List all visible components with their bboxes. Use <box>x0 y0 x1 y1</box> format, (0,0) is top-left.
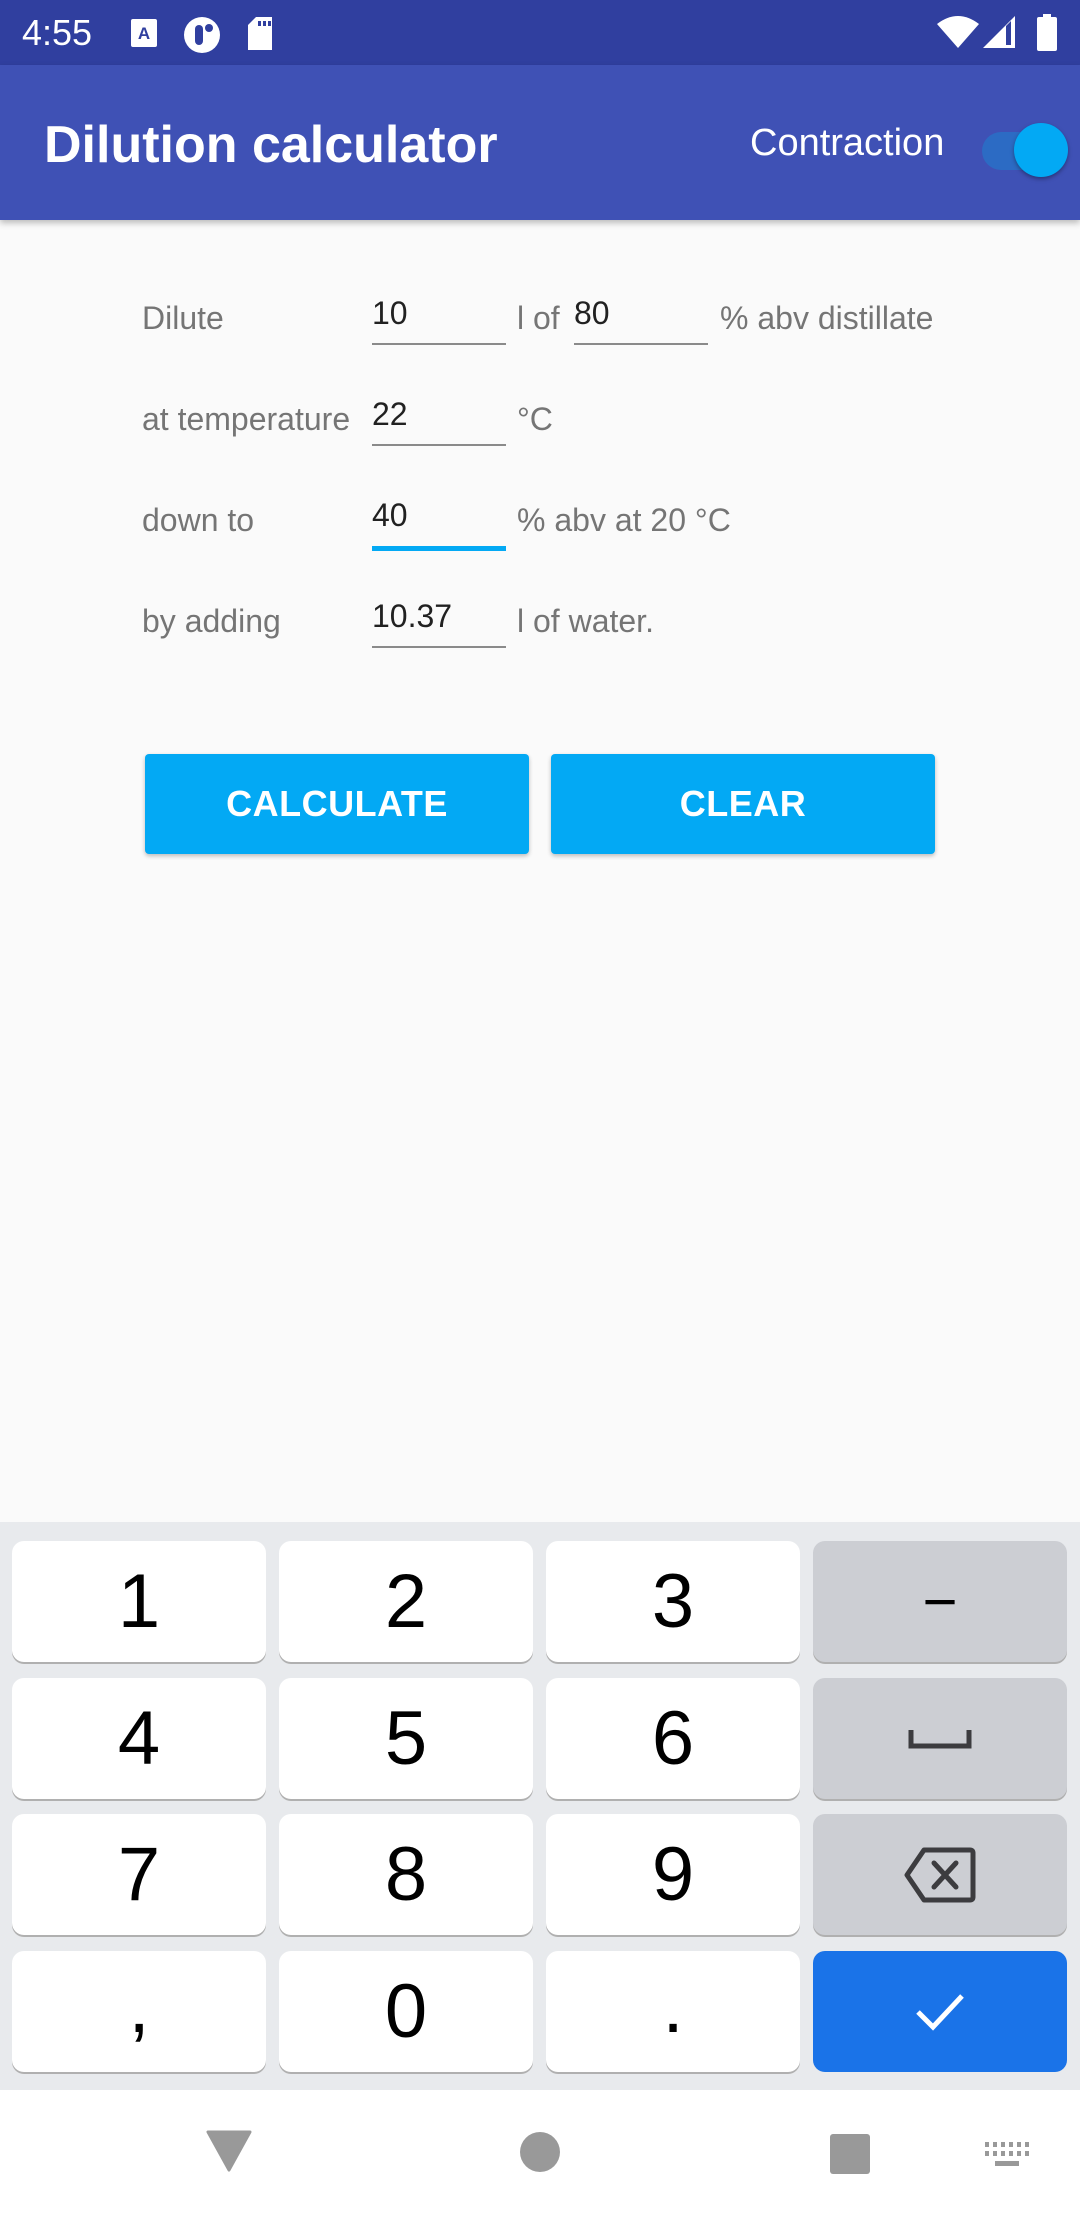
result-row: by adding 10.37 l of water. <box>0 588 1080 668</box>
space-icon <box>908 1729 972 1748</box>
home-icon[interactable] <box>520 2132 560 2177</box>
signal-icon <box>982 14 1016 55</box>
key-0[interactable]: 0 <box>279 1951 533 2072</box>
sd-card-icon <box>246 16 274 57</box>
target-abv-input[interactable]: 40 <box>372 487 506 551</box>
temperature-value: 22 <box>372 396 408 432</box>
temperature-label: at temperature <box>142 401 351 437</box>
abv-value: 80 <box>574 295 610 331</box>
svg-text:A: A <box>138 24 150 43</box>
key-dot[interactable]: . <box>546 1951 800 2072</box>
by-adding-label: by adding <box>142 603 281 639</box>
wifi-icon <box>937 14 979 55</box>
water-result-input[interactable]: 10.37 <box>372 588 506 648</box>
key-1[interactable]: 1 <box>12 1541 266 1662</box>
app-notification-icon <box>183 16 221 59</box>
dilute-label: Dilute <box>142 300 224 336</box>
keyboard-switch-icon[interactable] <box>985 2142 1029 2173</box>
temperature-row: at temperature 22 °C <box>0 386 1080 466</box>
temperature-input[interactable]: 22 <box>372 386 506 446</box>
key-6[interactable]: 6 <box>546 1678 800 1799</box>
abv-distillate-label: % abv distillate <box>720 300 934 336</box>
accessibility-a-icon: A <box>130 16 158 55</box>
celsius-label: °C <box>517 401 553 437</box>
calculate-button[interactable]: CALCULATE <box>145 754 529 854</box>
key-space[interactable] <box>813 1678 1067 1799</box>
status-bar: 4:55 A <box>0 0 1080 65</box>
app-title: Dilution calculator <box>44 116 498 174</box>
key-backspace[interactable] <box>813 1814 1067 1935</box>
liters-of-label: l of <box>517 300 560 336</box>
recents-icon[interactable] <box>829 2133 871 2180</box>
key-4[interactable]: 4 <box>12 1678 266 1799</box>
status-time: 4:55 <box>22 12 93 53</box>
key-minus[interactable]: − <box>813 1541 1067 1662</box>
key-8[interactable]: 8 <box>279 1814 533 1935</box>
key-7[interactable]: 7 <box>12 1814 266 1935</box>
backspace-icon <box>904 1847 976 1902</box>
back-icon[interactable] <box>206 2130 252 2177</box>
app-bar: Dilution calculator Contraction <box>0 65 1080 220</box>
volume-value: 10 <box>372 295 408 331</box>
key-5[interactable]: 5 <box>279 1678 533 1799</box>
battery-icon <box>1036 14 1058 57</box>
target-abv-suffix: % abv at 20 °C <box>517 502 731 538</box>
key-3[interactable]: 3 <box>546 1541 800 1662</box>
volume-input[interactable]: 10 <box>372 285 506 345</box>
clear-button[interactable]: CLEAR <box>551 754 935 854</box>
key-9[interactable]: 9 <box>546 1814 800 1935</box>
target-abv-value: 40 <box>372 497 408 533</box>
down-to-label: down to <box>142 502 255 538</box>
contraction-toggle[interactable] <box>982 115 1074 177</box>
target-row: down to 40 % abv at 20 °C <box>0 487 1080 567</box>
abv-input[interactable]: 80 <box>574 285 708 345</box>
toggle-thumb <box>1014 123 1068 177</box>
water-label: l of water. <box>517 603 654 639</box>
key-done[interactable] <box>813 1951 1067 2072</box>
dilute-row: Dilute 10 l of 80 % abv distillate <box>0 285 1080 365</box>
navigation-bar <box>0 2090 1080 2220</box>
key-comma[interactable]: , <box>12 1951 266 2072</box>
checkmark-icon <box>916 1993 964 2031</box>
contraction-label: Contraction <box>750 122 945 164</box>
key-2[interactable]: 2 <box>279 1541 533 1662</box>
water-result-value: 10.37 <box>372 598 453 634</box>
numeric-keyboard: 1 2 3 − 4 5 6 7 8 9 , 0 . <box>0 1522 1080 2090</box>
